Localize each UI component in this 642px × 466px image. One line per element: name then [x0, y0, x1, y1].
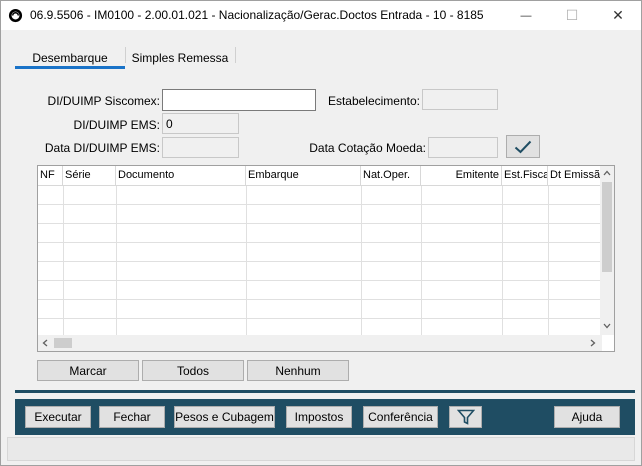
title-bar[interactable]: 06.9.5506 - IM0100 - 2.00.01.021 - Nacio…: [1, 1, 641, 30]
scroll-right-icon[interactable]: [590, 339, 596, 347]
confirm-button[interactable]: [506, 135, 540, 158]
table-row[interactable]: [38, 281, 602, 300]
grid-body: [38, 186, 602, 335]
section-divider: [15, 390, 635, 393]
table-row[interactable]: [38, 243, 602, 262]
col-header-est-fisca[interactable]: Est.Fisca: [502, 166, 548, 186]
tab-divider: [235, 47, 236, 63]
horizontal-scroll-thumb[interactable]: [54, 338, 72, 348]
di-siscomex-input[interactable]: [162, 89, 316, 111]
grid-column-line: [421, 186, 422, 335]
di-siscomex-label: DI/DUIMP Siscomex:: [47, 94, 160, 108]
data-di-ems-label: Data DI/DUIMP EMS:: [44, 141, 160, 155]
main-window: 06.9.5506 - IM0100 - 2.00.01.021 - Nacio…: [0, 0, 642, 466]
conferencia-button[interactable]: Conferência: [363, 406, 438, 428]
status-bar: [7, 437, 635, 461]
maximize-button[interactable]: ☐: [549, 1, 595, 30]
data-di-ems-input[interactable]: [162, 137, 239, 158]
filter-button[interactable]: [449, 406, 482, 428]
col-header-documento[interactable]: Documento: [116, 166, 246, 186]
grid-column-line: [116, 186, 117, 335]
minimize-button[interactable]: —: [503, 1, 549, 30]
fechar-button[interactable]: Fechar: [99, 406, 165, 428]
close-button[interactable]: ✕: [595, 1, 641, 30]
table-row[interactable]: [38, 224, 602, 243]
col-header-dt-emissao[interactable]: Dt Emissão: [548, 166, 602, 186]
bottom-toolbar: Executar Fechar Pesos e Cubagem Impostos…: [15, 399, 635, 435]
data-cotacao-input[interactable]: [428, 137, 498, 158]
scroll-left-icon[interactable]: [42, 339, 48, 347]
checkmark-icon: [514, 140, 532, 153]
col-header-nf[interactable]: NF: [38, 166, 63, 186]
pesos-cubagem-button[interactable]: Pesos e Cubagem: [174, 406, 275, 428]
table-row[interactable]: [38, 205, 602, 224]
grid-column-line: [502, 186, 503, 335]
window-title: 06.9.5506 - IM0100 - 2.00.01.021 - Nacio…: [30, 8, 484, 22]
tab-strip: Desembarque Simples Remessa: [15, 47, 635, 69]
estabelecimento-input[interactable]: [422, 89, 498, 110]
table-row[interactable]: [38, 262, 602, 281]
executar-button[interactable]: Executar: [25, 406, 91, 428]
nenhum-button[interactable]: Nenhum: [247, 360, 349, 381]
grid-column-line: [361, 186, 362, 335]
app-logo-icon: [8, 8, 23, 23]
grid-header: NF Série Documento Embarque Nat.Oper. Em…: [38, 166, 602, 186]
grid-vertical-scrollbar[interactable]: [600, 166, 614, 335]
tab-simples-remessa[interactable]: Simples Remessa: [125, 47, 235, 67]
col-header-embarque[interactable]: Embarque: [246, 166, 361, 186]
tab-desembarque[interactable]: Desembarque: [15, 47, 125, 69]
grid-column-line: [548, 186, 549, 335]
todos-button[interactable]: Todos: [142, 360, 244, 381]
table-row[interactable]: [38, 186, 602, 205]
filter-icon: [456, 409, 475, 425]
close-icon: ✕: [612, 7, 624, 23]
scroll-down-icon[interactable]: [603, 323, 611, 329]
vertical-scroll-thumb[interactable]: [602, 182, 612, 272]
grid-column-line: [63, 186, 64, 335]
di-ems-input[interactable]: 0: [162, 113, 239, 134]
di-ems-label: DI/DUIMP EMS:: [73, 118, 160, 132]
ajuda-button[interactable]: Ajuda: [554, 406, 620, 428]
data-cotacao-label: Data Cotação Moeda:: [309, 141, 426, 155]
grid-horizontal-scrollbar[interactable]: [38, 335, 602, 351]
col-header-nat-oper[interactable]: Nat.Oper.: [361, 166, 421, 186]
tab-label: Simples Remessa: [131, 51, 229, 65]
documents-grid[interactable]: NF Série Documento Embarque Nat.Oper. Em…: [37, 165, 615, 352]
tab-label: Desembarque: [32, 51, 108, 65]
col-header-emitente[interactable]: Emitente: [421, 166, 502, 186]
scroll-up-icon[interactable]: [603, 170, 611, 176]
grid-column-line: [246, 186, 247, 335]
table-row[interactable]: [38, 300, 602, 319]
estabelecimento-label: Estabelecimento:: [327, 94, 420, 108]
marcar-button[interactable]: Marcar: [37, 360, 139, 381]
impostos-button[interactable]: Impostos: [286, 406, 352, 428]
col-header-serie[interactable]: Série: [63, 166, 116, 186]
maximize-icon: ☐: [565, 7, 579, 23]
minimize-icon: —: [520, 9, 532, 22]
